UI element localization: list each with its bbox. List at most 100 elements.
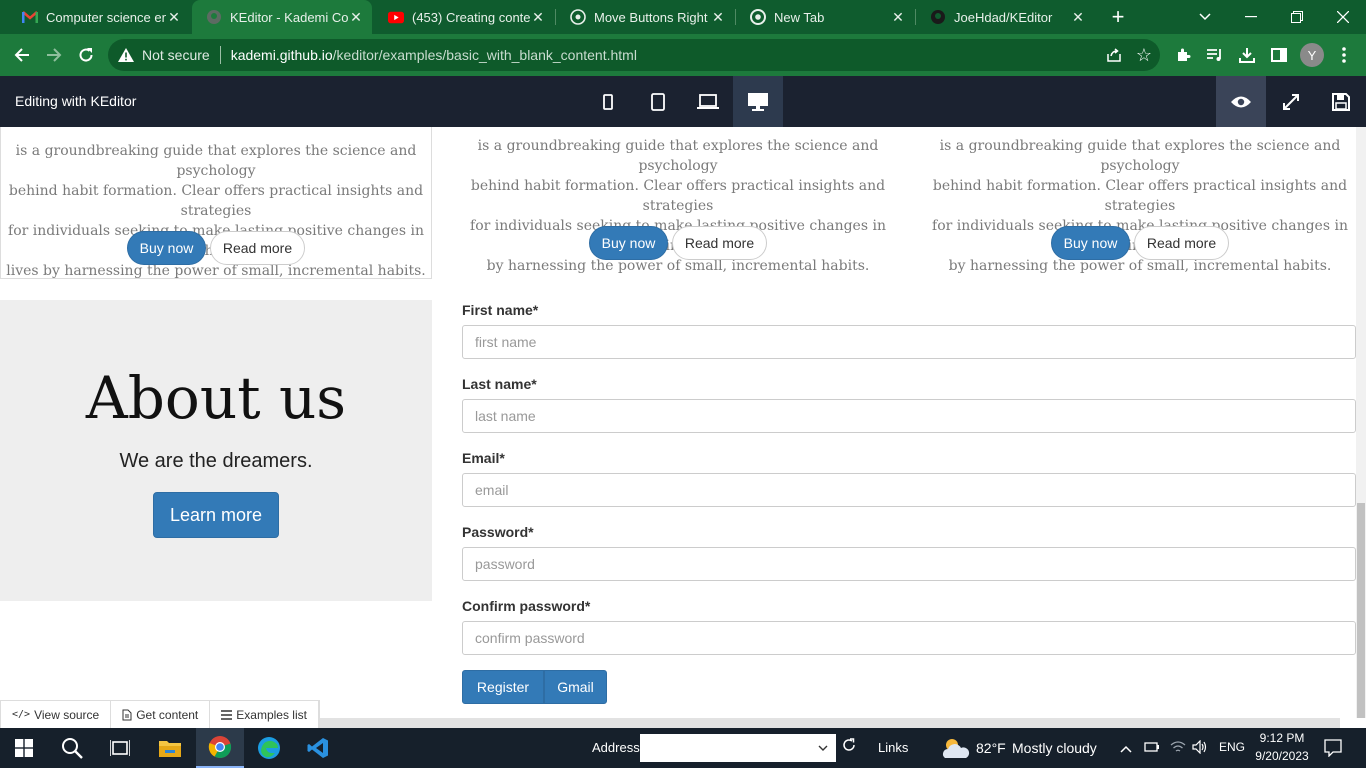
- close-tab-icon[interactable]: ✕: [890, 9, 906, 26]
- browser-tab[interactable]: Computer science eng ✕: [8, 0, 190, 34]
- download-icon[interactable]: [1232, 40, 1262, 70]
- network-icon[interactable]: [1170, 740, 1186, 759]
- browser-tab-active[interactable]: KEditor - Kademi Con ✕: [192, 0, 372, 34]
- read-more-button[interactable]: Read more: [672, 226, 767, 260]
- gmail-icon: [22, 9, 38, 25]
- task-view-icon[interactable]: [96, 728, 144, 768]
- register-button[interactable]: Register: [462, 670, 544, 704]
- first-name-label: First name*: [462, 302, 539, 318]
- email-label: Email*: [462, 450, 505, 466]
- desktop-icon[interactable]: [733, 76, 783, 127]
- buy-now-button[interactable]: Buy now: [127, 231, 206, 265]
- tab-title: Move Buttons Right I: [594, 9, 710, 25]
- language-indicator[interactable]: ENG: [1219, 740, 1245, 754]
- weather-cloudy-icon[interactable]: [940, 736, 970, 760]
- email-field[interactable]: [462, 473, 1356, 507]
- chrome-taskbar-icon[interactable]: [196, 728, 244, 768]
- learn-more-button[interactable]: Learn more: [153, 492, 279, 538]
- close-tab-icon[interactable]: ✕: [348, 9, 364, 26]
- read-more-button[interactable]: Read more: [210, 231, 305, 265]
- scrollbar-thumb[interactable]: [1357, 503, 1365, 718]
- clock-date[interactable]: 9/20/2023: [1250, 749, 1314, 763]
- first-name-field[interactable]: [462, 325, 1356, 359]
- file-explorer-icon[interactable]: [146, 728, 194, 768]
- github-icon: [206, 9, 222, 25]
- reload-icon[interactable]: [71, 40, 101, 70]
- save-icon[interactable]: [1316, 76, 1366, 127]
- menu-dots-icon[interactable]: [1329, 40, 1359, 70]
- gmail-button[interactable]: Gmail: [544, 670, 607, 704]
- editor-title: Editing with KEditor: [15, 93, 137, 109]
- password-label: Password*: [462, 524, 534, 540]
- chevron-up-icon[interactable]: [1120, 740, 1132, 756]
- minimize-icon[interactable]: [1228, 0, 1274, 34]
- clock-time[interactable]: 9:12 PM: [1252, 731, 1312, 745]
- extensions-icon[interactable]: [1168, 40, 1198, 70]
- forward-icon[interactable]: [39, 40, 69, 70]
- battery-icon[interactable]: [1144, 740, 1160, 759]
- tab-title: KEditor - Kademi Con: [230, 9, 348, 25]
- links-toolbar-label[interactable]: Links: [878, 740, 908, 755]
- profile-avatar[interactable]: Y: [1297, 40, 1327, 70]
- browser-tab[interactable]: (453) Creating conter ✕: [374, 0, 554, 34]
- weather-condition[interactable]: Mostly cloudy: [1012, 740, 1097, 756]
- security-label: Not secure: [142, 47, 210, 63]
- chatgpt-icon: [570, 9, 586, 25]
- windows-start-icon[interactable]: [0, 728, 48, 768]
- examples-list-button[interactable]: Examples list: [210, 701, 319, 728]
- close-tab-icon[interactable]: ✕: [1070, 9, 1086, 26]
- share-icon[interactable]: [1106, 47, 1122, 66]
- close-tab-icon[interactable]: ✕: [710, 9, 726, 26]
- last-name-field[interactable]: [462, 399, 1356, 433]
- restore-icon[interactable]: [1274, 0, 1320, 34]
- taskbar-address-input[interactable]: [640, 734, 836, 762]
- bookmark-star-icon[interactable]: ☆: [1136, 45, 1152, 66]
- browser-tab[interactable]: Move Buttons Right I ✕: [556, 0, 734, 34]
- chrome-icon: [750, 9, 766, 25]
- notifications-icon[interactable]: [1324, 739, 1342, 762]
- page-scrollbar[interactable]: [1356, 127, 1366, 718]
- tablet-icon[interactable]: [633, 76, 683, 127]
- about-heading: About us: [85, 364, 347, 432]
- card-description: is a groundbreaking guide that explores …: [932, 138, 1348, 274]
- new-tab-button[interactable]: +: [1104, 4, 1132, 30]
- edge-icon[interactable]: [245, 728, 293, 768]
- tab-title: JoeHdad/KEditor: [954, 9, 1053, 25]
- back-icon[interactable]: [7, 40, 37, 70]
- confirm-password-field[interactable]: [462, 621, 1356, 655]
- search-icon[interactable]: [48, 728, 96, 768]
- browser-tab[interactable]: New Tab ✕: [736, 0, 914, 34]
- profile-initial: Y: [1300, 43, 1324, 67]
- laptop-icon[interactable]: [683, 76, 733, 127]
- buy-now-button[interactable]: Buy now: [589, 226, 668, 260]
- password-field[interactable]: [462, 547, 1356, 581]
- list-icon: [221, 709, 233, 720]
- fullscreen-icon[interactable]: [1266, 76, 1316, 127]
- close-tab-icon[interactable]: ✕: [530, 9, 546, 26]
- get-content-button[interactable]: Get content: [111, 701, 211, 728]
- tab-search-icon[interactable]: [1182, 0, 1228, 34]
- weather-temperature[interactable]: 82°F: [976, 740, 1006, 756]
- tab-title: Computer science eng: [46, 9, 166, 25]
- url-host: kademi.github.io: [230, 47, 333, 63]
- browser-toolbar: Not secure kademi.github.io /keditor/exa…: [0, 34, 1366, 76]
- view-source-button[interactable]: </> View source: [1, 701, 112, 728]
- read-more-button[interactable]: Read more: [1134, 226, 1229, 260]
- side-panel-icon[interactable]: [1264, 40, 1294, 70]
- browser-tab-strip: Computer science eng ✕ KEditor - Kademi …: [0, 0, 1366, 34]
- about-subheading: We are the dreamers.: [119, 450, 313, 472]
- close-window-icon[interactable]: [1320, 0, 1366, 34]
- warning-icon[interactable]: [118, 48, 134, 62]
- preview-icon[interactable]: [1216, 76, 1266, 127]
- tab-title: (453) Creating conter: [412, 9, 530, 25]
- volume-icon[interactable]: [1192, 739, 1208, 759]
- mobile-icon[interactable]: [583, 76, 633, 127]
- refresh-icon[interactable]: [842, 738, 862, 758]
- close-tab-icon[interactable]: ✕: [166, 9, 182, 26]
- browser-tab[interactable]: JoeHdad/KEditor ✕: [916, 0, 1094, 34]
- media-control-icon[interactable]: [1200, 40, 1230, 70]
- address-bar[interactable]: Not secure kademi.github.io /keditor/exa…: [108, 39, 1160, 71]
- buy-now-button[interactable]: Buy now: [1051, 226, 1130, 260]
- github-icon: [930, 9, 946, 25]
- vscode-icon[interactable]: [294, 728, 342, 768]
